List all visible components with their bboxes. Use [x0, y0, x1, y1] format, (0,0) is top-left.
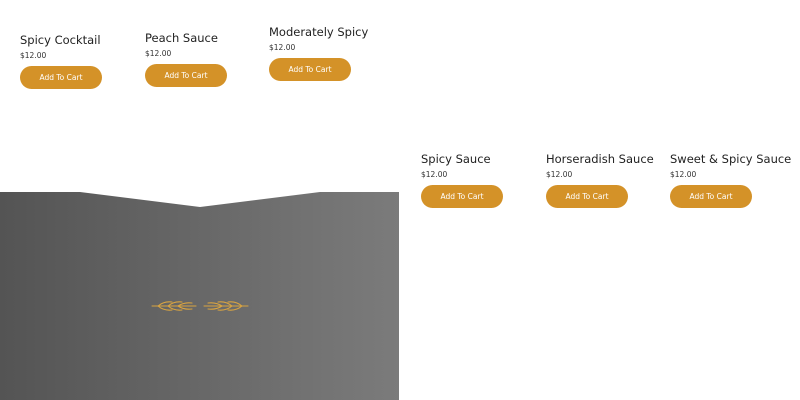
product-title[interactable]: Spicy Cocktail	[20, 33, 145, 47]
add-to-cart-button[interactable]: Add To Cart	[546, 185, 628, 208]
product-title[interactable]: Moderately Spicy	[269, 25, 394, 39]
wheat-branch-ornament-icon	[150, 296, 250, 316]
product-title[interactable]: Spicy Sauce	[421, 152, 546, 166]
product-page: Spicy Cocktail $12.00 Add To Cart Peach …	[0, 0, 800, 400]
add-to-cart-button[interactable]: Add To Cart	[20, 66, 102, 89]
product-card-horseradish-sauce: Horseradish Sauce $12.00 Add To Cart	[546, 152, 671, 208]
dark-banner-section	[0, 190, 399, 400]
product-price: $12.00	[546, 170, 573, 179]
add-to-cart-button[interactable]: Add To Cart	[269, 58, 351, 81]
product-card-spicy-sauce: Spicy Sauce $12.00 Add To Cart	[421, 152, 546, 208]
product-title[interactable]: Horseradish Sauce	[546, 152, 671, 166]
product-price: $12.00	[269, 43, 296, 52]
product-title[interactable]: Sweet & Spicy Sauce	[670, 152, 795, 166]
product-card-sweet-spicy-sauce: Sweet & Spicy Sauce $12.00 Add To Cart	[670, 152, 795, 208]
product-title[interactable]: Peach Sauce	[145, 31, 270, 45]
product-price: $12.00	[670, 170, 697, 179]
product-card-peach-sauce: Peach Sauce $12.00 Add To Cart	[145, 31, 270, 87]
product-price: $12.00	[421, 170, 448, 179]
product-price: $12.00	[145, 49, 172, 58]
banner-background	[0, 192, 399, 400]
product-price: $12.00	[20, 51, 47, 60]
product-card-moderately-spicy: Moderately Spicy $12.00 Add To Cart	[269, 25, 394, 81]
add-to-cart-button[interactable]: Add To Cart	[145, 64, 227, 87]
add-to-cart-button[interactable]: Add To Cart	[670, 185, 752, 208]
product-card-spicy-cocktail: Spicy Cocktail $12.00 Add To Cart	[20, 33, 145, 89]
add-to-cart-button[interactable]: Add To Cart	[421, 185, 503, 208]
